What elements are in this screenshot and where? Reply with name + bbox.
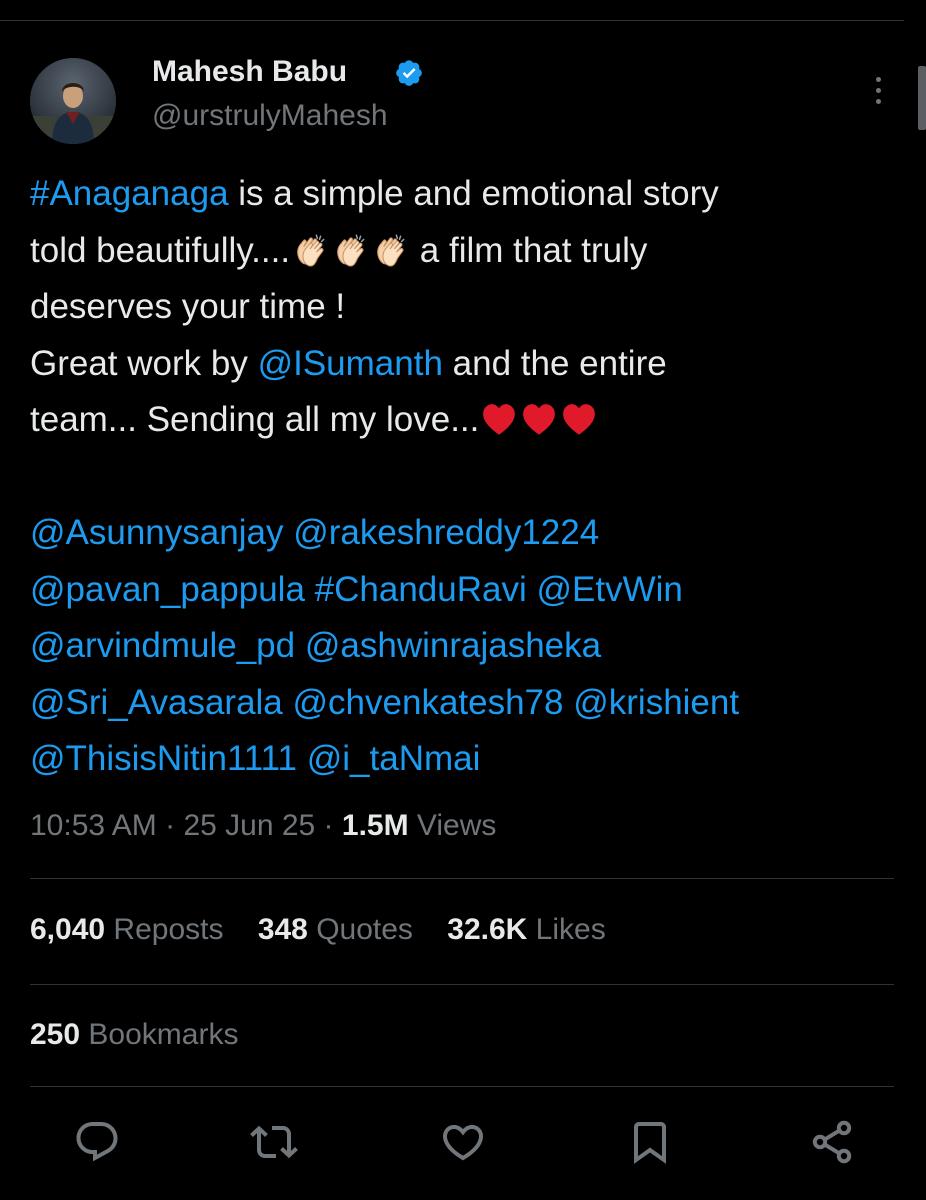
like-icon [442,1125,484,1161]
mention-link[interactable]: @ashwinrajasheka [305,626,601,665]
tweet-text-segment [283,513,293,552]
tweet-line: @arvindmule_pd @ashwinrajasheka [30,618,910,675]
share-icon [812,1120,852,1164]
reposts-label: Reposts [105,913,224,946]
bookmark-icon [634,1122,666,1164]
mention-link[interactable]: @pavan_pappula [30,570,305,609]
repost-icon [250,1125,298,1159]
quotes-label: Quotes [307,913,413,946]
tweet-line: #Anaganaga is a simple and emotional sto… [30,166,910,223]
mention-link[interactable]: @ThisisNitin1111 [30,739,297,778]
tweet-line: told beautifully.... a film that truly [30,223,910,280]
tweet-text-segment: is a simple and emotional story [228,174,719,213]
tweet-text-segment [564,683,574,722]
reposts-stat[interactable]: 6,040 Reposts [30,912,223,948]
tweet-text-segment [295,626,305,665]
avatar[interactable] [30,58,116,144]
tweet-text: #Anaganaga is a simple and emotional sto… [30,166,910,788]
avatar-photo [30,58,116,144]
red-heart-icon [563,404,596,435]
tweet-text-segment: Great work by [30,343,258,383]
mention-link[interactable]: @arvindmule_pd [30,626,295,665]
mention-link[interactable]: @EtvWin [537,570,683,609]
hashtag-link[interactable]: #Anaganaga [30,174,229,213]
tweet-text-segment [305,570,315,609]
tweet-text-segment: deserves your time ! [30,287,346,326]
divider [30,1086,894,1087]
mention-link[interactable]: @krishient [573,683,739,722]
views-label: Views [408,809,497,842]
tweet-text-segment: team... Sending all my love... [30,400,480,439]
hashtag-link[interactable]: #ChanduRavi [315,570,527,609]
tweet-date[interactable]: 25 Jun 25 [183,809,315,842]
tweet-line: @pavan_pappula #ChanduRavi @EtvWin [30,562,910,619]
more-dot-icon [875,87,881,93]
likes-count: 32.6K [447,913,528,946]
tweet-line: @Asunnysanjay @rakeshreddy1224 [30,505,910,562]
tweet-time[interactable]: 10:53 AM [30,809,157,842]
reposts-count: 6,040 [30,913,106,946]
share-button[interactable] [808,1118,856,1166]
bookmarks-stat[interactable]: 250 Bookmarks [30,1017,238,1053]
views-count: 1.5M [341,809,409,842]
engagement-stats: 6,040 Reposts 348 Quotes 32.6K Likes [30,912,632,948]
tweet-line: Great work by @ISumanth and the entire [30,336,910,393]
divider [30,878,894,879]
clapping-hands-icon [377,233,405,267]
clapping-hands-icon [337,233,365,267]
mention-link[interactable]: @ISumanth [258,344,443,383]
bookmarks-count: 250 [30,1018,81,1051]
meta-separator: · [315,809,342,842]
quotes-count: 348 [257,913,308,946]
more-dot-icon [875,76,881,82]
likes-stat[interactable]: 32.6K Likes [447,912,605,948]
red-heart-icon [523,404,556,435]
clapping-hands-icon [297,233,325,267]
tweet-text-segment: a film that truly [410,230,648,270]
reply-icon [76,1122,118,1162]
repost-button[interactable] [250,1118,298,1166]
more-options-button[interactable] [860,70,896,110]
mention-link[interactable]: @rakeshreddy1224 [293,513,599,552]
bookmark-button[interactable] [626,1118,674,1166]
tweet-text-segment [283,683,293,722]
tweet-text-segment: and the entire [442,343,667,383]
tweet-text-segment [297,739,307,778]
tweet-line: team... Sending all my love... [30,392,910,449]
tweet-line: deserves your time ! [30,279,910,336]
author-name[interactable]: Mahesh Babu [152,54,347,90]
likes-label: Likes [527,913,606,946]
top-divider [0,20,904,21]
tweet-text-segment [527,570,537,609]
mention-link[interactable]: @chvenkatesh78 [293,683,564,722]
divider [30,984,894,985]
verified-badge-icon [394,58,424,88]
bookmarks-label: Bookmarks [80,1018,239,1051]
mention-link[interactable]: @Sri_Avasarala [30,683,283,722]
quotes-stat[interactable]: 348 Quotes [258,912,413,948]
mention-link[interactable]: @i_taNmai [307,739,481,778]
reply-button[interactable] [73,1118,121,1166]
mention-link[interactable]: @Asunnysanjay [30,513,283,552]
tweet-line: @Sri_Avasarala @chvenkatesh78 @krishient [30,675,910,732]
red-heart-icon [483,404,516,435]
scrollbar[interactable] [918,0,926,1200]
meta-separator: · [156,809,184,842]
tweet-text-segment: told beautifully.... [30,230,291,270]
author-handle[interactable]: @urstrulyMahesh [152,98,388,134]
more-dot-icon [875,98,881,104]
like-button[interactable] [439,1118,487,1166]
tweet-line: @ThisisNitin1111 @i_taNmai [30,731,910,788]
tweet-meta: 10:53 AM · 25 Jun 25 · 1.5M Views [30,808,496,844]
scrollbar-thumb[interactable] [918,66,926,130]
